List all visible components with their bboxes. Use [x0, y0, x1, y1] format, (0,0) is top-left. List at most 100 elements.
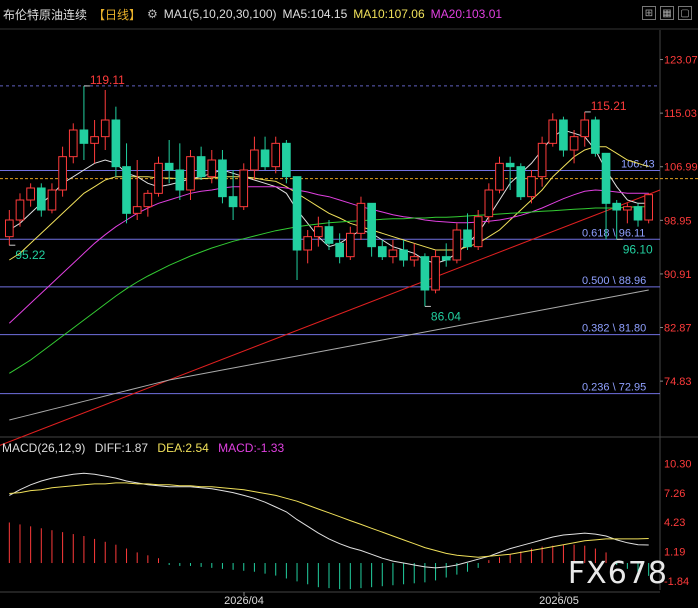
price-tick-label: 98.95	[664, 215, 692, 227]
candle-body	[36, 187, 46, 211]
candle-body	[260, 149, 270, 168]
candle-body	[4, 219, 14, 238]
chart-canvas[interactable]: 123.07 115.03 106.99 98.95 90.91 82.87 74.83 10…	[0, 0, 698, 608]
extreme-label: 86.04	[431, 309, 461, 323]
price-tick-label: 115.03	[664, 108, 697, 120]
candle-body	[303, 236, 313, 251]
candle-body	[154, 162, 163, 194]
macd-tick-label: 7.26	[664, 488, 685, 500]
ma-line-ma20	[8, 186, 649, 324]
candle-body	[90, 136, 99, 144]
candle-body	[186, 156, 195, 191]
grid-icon[interactable]: ▦	[660, 6, 674, 20]
price-tick-label: 74.83	[664, 376, 692, 388]
candle-body	[463, 229, 472, 248]
extreme-label: 119.11	[90, 73, 125, 87]
ma-line-ma100	[9, 289, 649, 421]
instrument-name[interactable]: 布伦特原油连续	[3, 6, 87, 23]
macd-params: MACD(26,12,9)	[2, 441, 86, 455]
candle-body	[644, 194, 654, 221]
extreme-label: 115.21	[591, 99, 627, 113]
candle-body	[111, 119, 121, 168]
extreme-label: 95.22	[15, 248, 45, 262]
candle-body	[164, 162, 174, 171]
candle-body	[623, 206, 632, 211]
candle-body	[228, 196, 238, 208]
macd-tick-label: 10.30	[664, 459, 692, 471]
candle-body	[367, 202, 376, 248]
candle-body	[345, 232, 355, 258]
candle-body	[324, 226, 334, 244]
price-tick-label: 90.91	[664, 269, 692, 281]
candle-body	[409, 256, 419, 261]
time-tick-label: 2026/04	[224, 595, 264, 607]
candle-body	[601, 152, 611, 204]
chart-header: 布伦特原油连续 【日线】 ⚙ MA1(5,10,20,30,100) MA5:1…	[0, 0, 698, 28]
macd-header: MACD(26,12,9) DIFF:1.87 DEA:2.54 MACD:-1…	[2, 441, 290, 455]
candle-body	[68, 129, 78, 158]
ma20-value: MA20:103.01	[430, 7, 503, 21]
candle-body	[580, 119, 590, 138]
chart-window: 123.07 115.03 106.99 98.95 90.91 82.87 74.83 10…	[0, 0, 698, 608]
candle-body	[250, 149, 259, 171]
candle-body	[15, 199, 25, 221]
ma5-value: MA5:104.15	[282, 7, 348, 21]
candle-body	[527, 176, 536, 198]
macd-value: MACD:-1.33	[218, 441, 285, 455]
fib-level-label: 0.236 \ 72.95	[582, 382, 646, 394]
candle-body	[218, 159, 227, 198]
candle-body	[505, 162, 515, 168]
candle-body	[548, 119, 558, 144]
fib-level-label: 106.43	[621, 158, 655, 170]
candle-body	[207, 159, 217, 178]
candle-body	[47, 189, 57, 211]
watermark: FX678	[567, 556, 668, 591]
candle-body	[473, 216, 483, 248]
macd-diff: DIFF:1.87	[94, 441, 149, 455]
candle-body	[335, 242, 344, 258]
ma-params: MA1(5,10,20,30,100)	[163, 7, 277, 21]
candle-body	[282, 142, 291, 178]
candle-body	[441, 256, 451, 261]
candle-body	[399, 249, 408, 261]
crosshair-icon[interactable]: ⊞	[642, 6, 656, 20]
candle-body	[196, 156, 206, 178]
candle-body	[537, 142, 547, 178]
candle-body	[431, 256, 440, 291]
extreme-label: 96.10	[623, 242, 653, 256]
window-icon[interactable]: ▢	[678, 6, 692, 20]
candle-body	[388, 249, 398, 258]
price-tick-label: 82.87	[664, 323, 692, 335]
candle-body	[377, 246, 387, 258]
candle-body	[26, 187, 35, 201]
candle-body	[79, 129, 89, 144]
candle-body	[495, 162, 504, 191]
corner-toolbar: ⊞ ▦ ▢	[642, 6, 692, 20]
fib-level-label: 0.382 \ 81.80	[582, 323, 646, 335]
candle-body	[569, 136, 579, 151]
candle-body	[420, 256, 430, 291]
candle-body	[239, 169, 249, 208]
candle-body	[452, 229, 462, 261]
candle-body	[58, 156, 67, 191]
candle-body	[271, 142, 281, 168]
candle-body	[100, 119, 110, 138]
candle-body	[122, 166, 131, 214]
candle-body	[175, 169, 185, 191]
candle-body	[356, 202, 366, 234]
candle-body	[591, 119, 600, 154]
candle-body	[559, 119, 568, 151]
macd-dea: DEA:2.54	[157, 441, 209, 455]
fib-level-label: 0.618 \ 96.11	[582, 227, 645, 239]
candle-body	[612, 202, 622, 211]
candle-body	[143, 192, 153, 208]
period-label[interactable]: 【日线】	[93, 6, 141, 23]
candle-body	[484, 189, 494, 218]
candle-body	[292, 176, 302, 251]
price-tick-label: 106.99	[664, 162, 698, 174]
candle-body	[132, 206, 142, 214]
candle-body	[516, 166, 526, 198]
gear-icon[interactable]: ⚙	[147, 7, 158, 21]
time-tick-label: 2026/05	[539, 595, 579, 607]
ma10-value: MA10:107.06	[353, 7, 425, 21]
